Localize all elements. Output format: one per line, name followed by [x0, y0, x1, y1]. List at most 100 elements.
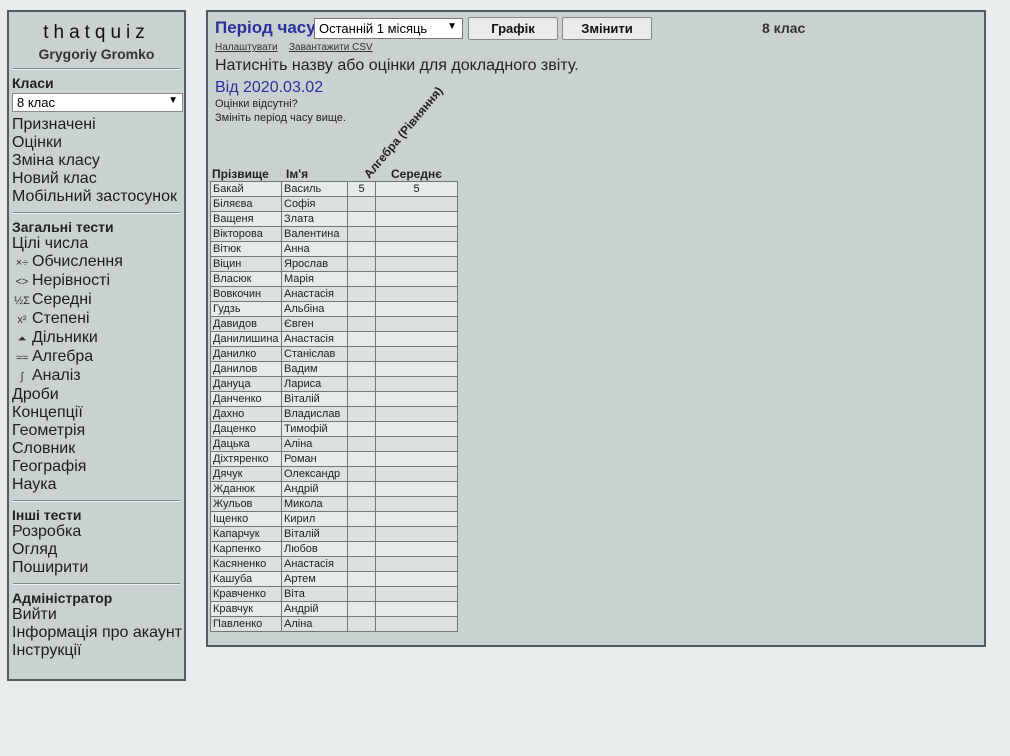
score-cell[interactable]	[347, 541, 376, 557]
student-name[interactable]: Анастасія	[281, 556, 348, 572]
student-surname[interactable]: Давидов	[210, 316, 282, 332]
student-surname[interactable]: Вітюк	[210, 241, 282, 257]
table-row[interactable]: Капарчук Віталій	[210, 526, 458, 542]
table-row[interactable]: Гудзь Альбіна	[210, 301, 458, 317]
table-row[interactable]: Ващеня Злата	[210, 211, 458, 227]
table-row[interactable]: Дануца Лариса	[210, 376, 458, 392]
student-surname[interactable]: Діхтяренко	[210, 451, 282, 467]
change-button[interactable]: Змінити	[562, 17, 652, 40]
student-name[interactable]: Віта	[281, 586, 348, 602]
student-surname[interactable]: Вікторова	[210, 226, 282, 242]
score-cell[interactable]	[347, 511, 376, 527]
table-row[interactable]: Жданюк Андрій	[210, 481, 458, 497]
score-cell[interactable]	[347, 271, 376, 287]
general-test-item[interactable]: ≈≈ Алгебра	[12, 348, 184, 367]
table-row[interactable]: Діхтяренко Роман	[210, 451, 458, 467]
settings-link[interactable]: Налаштувати	[215, 42, 278, 53]
table-row[interactable]: Іщенко Кирил	[210, 511, 458, 527]
score-cell[interactable]	[347, 466, 376, 482]
student-name[interactable]: Аліна	[281, 436, 348, 452]
general-test-item[interactable]: ∫ Аналіз	[12, 367, 184, 386]
student-surname[interactable]: Віцин	[210, 256, 282, 272]
score-cell[interactable]	[347, 346, 376, 362]
student-name[interactable]: Василь	[281, 181, 348, 197]
score-cell[interactable]	[347, 421, 376, 437]
student-name[interactable]: Євген	[281, 316, 348, 332]
table-row[interactable]: Власюк Марія	[210, 271, 458, 287]
logo[interactable]: thatquiz	[9, 22, 184, 44]
student-surname[interactable]: Кравчук	[210, 601, 282, 617]
score-cell[interactable]	[347, 586, 376, 602]
surname-header[interactable]: Прізвище	[212, 167, 269, 181]
general-test-item[interactable]: Словник	[12, 440, 184, 458]
student-name[interactable]: Анастасія	[281, 286, 348, 302]
table-row[interactable]: Біляєва Софія	[210, 196, 458, 212]
table-row[interactable]: Дячук Олександр	[210, 466, 458, 482]
student-surname[interactable]: Дахно	[210, 406, 282, 422]
student-name[interactable]: Анастасія	[281, 331, 348, 347]
student-surname[interactable]: Данилко	[210, 346, 282, 362]
student-surname[interactable]: Кравченко	[210, 586, 282, 602]
table-row[interactable]: Давидов Євген	[210, 316, 458, 332]
student-surname[interactable]: Жданюк	[210, 481, 282, 497]
general-test-item[interactable]: Наука	[12, 476, 184, 494]
student-surname[interactable]: Данченко	[210, 391, 282, 407]
student-surname[interactable]: Касяненко	[210, 556, 282, 572]
student-name[interactable]: Андрій	[281, 481, 348, 497]
table-row[interactable]: Данилко Станіслав	[210, 346, 458, 362]
student-name[interactable]: Вадим	[281, 361, 348, 377]
table-row[interactable]: Даценко Тимофій	[210, 421, 458, 437]
student-name[interactable]: Віталій	[281, 526, 348, 542]
score-cell[interactable]	[347, 481, 376, 497]
name-header[interactable]: Ім'я	[286, 167, 308, 181]
student-surname[interactable]: Дацька	[210, 436, 282, 452]
student-surname[interactable]: Біляєва	[210, 196, 282, 212]
score-cell[interactable]: 5	[347, 181, 376, 197]
class-select[interactable]: 8 клас ▼	[12, 93, 183, 112]
score-cell[interactable]	[347, 226, 376, 242]
admin-item[interactable]: Вийти	[12, 606, 184, 624]
general-test-item[interactable]: x² Степені	[12, 310, 184, 329]
student-surname[interactable]: Бакай	[210, 181, 282, 197]
student-name[interactable]: Ярослав	[281, 256, 348, 272]
admin-item[interactable]: Інформація про акаунт	[12, 624, 184, 642]
table-row[interactable]: Кашуба Артем	[210, 571, 458, 587]
other-test-item[interactable]: Розробка	[12, 523, 184, 541]
table-row[interactable]: Данилишина Анастасія	[210, 331, 458, 347]
score-cell[interactable]	[347, 196, 376, 212]
class-nav-item[interactable]: Призначені	[12, 116, 184, 134]
score-cell[interactable]	[347, 361, 376, 377]
score-cell[interactable]	[347, 451, 376, 467]
class-nav-item[interactable]: Зміна класу	[12, 152, 184, 170]
score-cell[interactable]	[347, 376, 376, 392]
general-test-item[interactable]: ½Σ Середні	[12, 291, 184, 310]
general-test-item[interactable]: ⏶ Дільники	[12, 329, 184, 348]
score-cell[interactable]	[347, 496, 376, 512]
table-row[interactable]: Бакай Василь 5 5	[210, 181, 458, 197]
student-surname[interactable]: Данилишина	[210, 331, 282, 347]
table-row[interactable]: Кравченко Віта	[210, 586, 458, 602]
student-name[interactable]: Андрій	[281, 601, 348, 617]
table-row[interactable]: Дахно Владислав	[210, 406, 458, 422]
table-row[interactable]: Павленко Аліна	[210, 616, 458, 632]
student-surname[interactable]: Дануца	[210, 376, 282, 392]
student-name[interactable]: Станіслав	[281, 346, 348, 362]
score-cell[interactable]	[347, 436, 376, 452]
student-name[interactable]: Валентина	[281, 226, 348, 242]
table-row[interactable]: Дацька Аліна	[210, 436, 458, 452]
score-cell[interactable]	[347, 601, 376, 617]
table-row[interactable]: Вікторова Валентина	[210, 226, 458, 242]
table-row[interactable]: Карпенко Любов	[210, 541, 458, 557]
student-name[interactable]: Марія	[281, 271, 348, 287]
general-test-item[interactable]: <> Нерівності	[12, 272, 184, 291]
other-test-item[interactable]: Огляд	[12, 541, 184, 559]
class-nav-item[interactable]: Новий клас	[12, 170, 184, 188]
score-cell[interactable]	[347, 331, 376, 347]
table-row[interactable]: Жульов Микола	[210, 496, 458, 512]
table-row[interactable]: Данченко Віталій	[210, 391, 458, 407]
general-test-item[interactable]: Дроби	[12, 386, 184, 404]
csv-download-link[interactable]: Завантажити CSV	[289, 42, 373, 53]
score-cell[interactable]	[347, 616, 376, 632]
student-surname[interactable]: Дячук	[210, 466, 282, 482]
table-row[interactable]: Кравчук Андрій	[210, 601, 458, 617]
